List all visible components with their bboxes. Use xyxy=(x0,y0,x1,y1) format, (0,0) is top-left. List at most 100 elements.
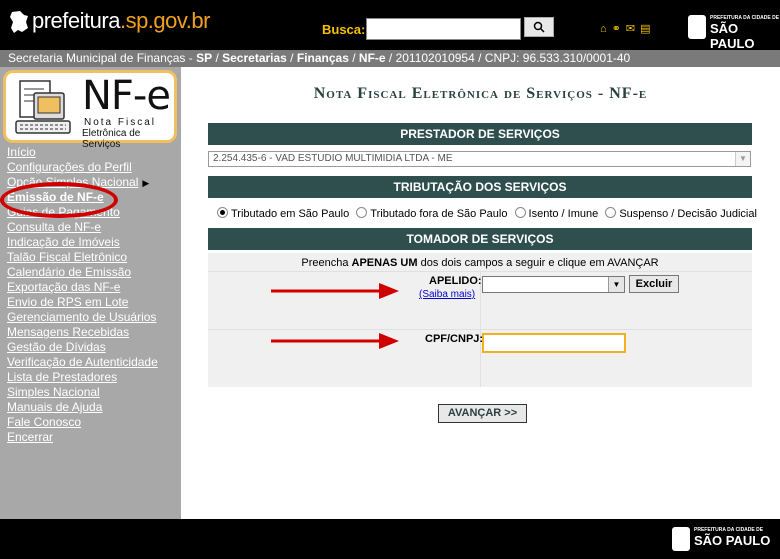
red-arrow-icon xyxy=(271,283,399,299)
avancar-button[interactable]: AVANÇAR >> xyxy=(438,404,527,423)
radio-label: Isento / Imune xyxy=(528,208,599,220)
radio-label: Suspenso / Decisão Judicial xyxy=(619,208,757,220)
sidebar-item-label: Opção Simples Nacional xyxy=(7,175,139,189)
tomador-instructions: Preencha APENAS UM dos dois campos a seg… xyxy=(208,257,752,269)
sidebar-item-encerrar[interactable]: Encerrar xyxy=(7,430,158,445)
radio-icon[interactable] xyxy=(605,207,617,218)
radio-icon[interactable] xyxy=(514,207,526,218)
sidebar-item-label: Envio de RPS em Lote xyxy=(7,295,129,309)
sidebar-item-dividas[interactable]: Gestão de Dívidas xyxy=(7,340,158,355)
sidebar-item-configuracoes[interactable]: Configurações do Perfil xyxy=(7,160,158,175)
sidebar-item-label: Exportação das NF-e xyxy=(7,280,121,294)
sidebar-item-usuarios[interactable]: Gerenciamento de Usuários xyxy=(7,310,158,325)
chevron-down-icon: ▼ xyxy=(608,277,624,292)
sidebar-item-label: Guias de Pagamento xyxy=(7,205,120,219)
sidebar-item-consulta[interactable]: Consulta de NF-e xyxy=(7,220,158,235)
radio-tributado-sp[interactable]: Tributado em São Paulo xyxy=(217,207,350,220)
sidebar-item-label: Início xyxy=(7,145,36,159)
sidebar-item-mensagens[interactable]: Mensagens Recebidas xyxy=(7,325,158,340)
sidebar-item-imoveis[interactable]: Indicação de Imóveis xyxy=(7,235,158,250)
sidebar-item-label: Lista de Prestadores xyxy=(7,370,118,384)
sp-map-icon xyxy=(10,11,28,33)
breadcrumb-sp[interactable]: SP xyxy=(196,51,212,65)
apelido-label: APELIDO: xyxy=(429,275,482,287)
main-content: Nota Fiscal Eletrônica de Serviços - NF-… xyxy=(181,67,780,519)
radio-suspenso[interactable]: Suspenso / Decisão Judicial xyxy=(605,207,757,220)
instr-text: Preencha xyxy=(301,257,352,269)
sidebar-item-label: Gestão de Dívidas xyxy=(7,340,106,354)
mail-icon[interactable]: ✉ xyxy=(626,24,635,35)
sidebar-item-manuais[interactable]: Manuais de Ajuda xyxy=(7,400,158,415)
breadcrumb-secretaria: Secretaria Municipal de Finanças - xyxy=(8,51,197,65)
radio-isento-imune[interactable]: Isento / Imune xyxy=(514,207,599,220)
instr-bold-text: APENAS UM xyxy=(351,257,418,269)
breadcrumb-financas[interactable]: Finanças xyxy=(297,51,349,65)
search-label: Busca: xyxy=(322,22,366,37)
sidebar-item-label: Fale Conosco xyxy=(7,415,82,429)
cpf-cnpj-label: CPF/CNPJ: xyxy=(425,333,484,345)
sidebar-item-label: Talão Fiscal Eletrônico xyxy=(7,250,128,264)
saiba-mais-link[interactable]: (Saiba mais) xyxy=(419,289,475,300)
radio-selected-icon[interactable] xyxy=(217,207,228,218)
divider xyxy=(480,271,481,387)
sidebar-item-talao[interactable]: Talão Fiscal Eletrônico xyxy=(7,250,158,265)
footer-brand-big: SÃO PAULO xyxy=(694,533,771,548)
search-input[interactable] xyxy=(366,18,521,40)
top-header: prefeitura.sp.gov.br Busca: ⌂ ⚭ ✉ ▤ PREF… xyxy=(0,0,780,51)
sidebar-item-emissao[interactable]: Emissão de NF-e xyxy=(7,190,158,205)
city-seal-icon xyxy=(688,15,706,39)
radio-icon[interactable] xyxy=(356,207,368,218)
prestador-header: PRESTADOR DE SERVIÇOS xyxy=(208,123,752,145)
logo-domain: .sp.gov.br xyxy=(119,8,210,33)
page-title: Nota Fiscal Eletrônica de Serviços - NF-… xyxy=(313,85,648,102)
breadcrumb: Secretaria Municipal de Finanças - SP / … xyxy=(0,50,780,67)
sidebar-item-simples-nacional-opcao[interactable]: Opção Simples Nacional ▶ xyxy=(7,175,158,190)
sao-paulo-brand: PREFEITURA DA CIDADE DE SÃO PAULO xyxy=(688,15,780,51)
sitemap-icon[interactable]: ⚭ xyxy=(612,24,621,35)
submenu-arrow-icon: ▶ xyxy=(142,178,150,188)
prestador-select[interactable]: 2.254.435-6 - VAD ESTUDIO MULTIMIDIA LTD… xyxy=(208,151,751,167)
chevron-down-icon: ▼ xyxy=(735,152,750,166)
apelido-select[interactable]: ▼ xyxy=(482,276,625,293)
nfe-logo-title: NF-e xyxy=(82,73,171,119)
home-icon[interactable]: ⌂ xyxy=(600,24,607,35)
sidebar-item-inicio[interactable]: Início xyxy=(7,145,158,160)
prefeitura-logo[interactable]: prefeitura.sp.gov.br xyxy=(8,8,210,34)
tomador-header: TOMADOR DE SERVIÇOS xyxy=(208,228,752,250)
sidebar-item-simples-nacional[interactable]: Simples Nacional xyxy=(7,385,158,400)
search-icon xyxy=(533,21,545,33)
nfe-logo: NF-e Nota Fiscal Eletrônica de Serviços xyxy=(3,70,177,150)
sidebar-item-guias[interactable]: Guias de Pagamento xyxy=(7,205,158,220)
breadcrumb-sep: / xyxy=(348,51,359,65)
sidebar-item-prestadores[interactable]: Lista de Prestadores xyxy=(7,370,158,385)
logo-text: prefeitura xyxy=(32,8,120,33)
sidebar-item-label: Verificação de Autenticidade xyxy=(7,355,158,369)
excluir-button[interactable]: Excluir xyxy=(629,275,679,293)
sidebar-item-envio-rps[interactable]: Envio de RPS em Lote xyxy=(7,295,158,310)
radio-label: Tributado em São Paulo xyxy=(231,208,350,220)
radio-tributado-fora-sp[interactable]: Tributado fora de São Paulo xyxy=(356,207,508,220)
sidebar-item-calendario[interactable]: Calendário de Emissão xyxy=(7,265,158,280)
breadcrumb-cnpj: / 201102010954 / CNPJ: 96.533.310/0001-4… xyxy=(385,51,631,65)
breadcrumb-secretarias[interactable]: Secretarias xyxy=(222,51,287,65)
sidebar-item-label: Manuais de Ajuda xyxy=(7,400,103,414)
sidebar-item-exportacao[interactable]: Exportação das NF-e xyxy=(7,280,158,295)
tributacao-header: TRIBUTAÇÃO DOS SERVIÇOS xyxy=(208,176,752,198)
sidebar-item-label: Emissão de NF-e xyxy=(7,190,104,204)
sidebar-item-autenticidade[interactable]: Verificação de Autenticidade xyxy=(7,355,158,370)
breadcrumb-sep: / xyxy=(286,51,297,65)
tributacao-radio-group: Tributado em São Paulo Tributado fora de… xyxy=(217,207,761,220)
breadcrumb-sep: / xyxy=(212,51,223,65)
sidebar-item-fale-conosco[interactable]: Fale Conosco xyxy=(7,415,158,430)
prestador-select-value: 2.254.435-6 - VAD ESTUDIO MULTIMIDIA LTD… xyxy=(213,153,453,164)
sidebar-item-label: Encerrar xyxy=(7,430,54,444)
print-icon[interactable]: ▤ xyxy=(640,24,650,35)
search-button[interactable] xyxy=(524,17,554,37)
radio-label: Tributado fora de São Paulo xyxy=(370,208,508,220)
breadcrumb-nfe[interactable]: NF-e xyxy=(359,51,386,65)
footer-sao-paulo-brand: PREFEITURA DA CIDADE DE SÃO PAULO xyxy=(672,527,771,551)
footer: PREFEITURA DA CIDADE DE SÃO PAULO xyxy=(0,519,780,559)
top-icon-group: ⌂ ⚭ ✉ ▤ xyxy=(600,24,651,35)
cpf-cnpj-input[interactable] xyxy=(482,333,626,353)
sidebar-item-label: Mensagens Recebidas xyxy=(7,325,130,339)
